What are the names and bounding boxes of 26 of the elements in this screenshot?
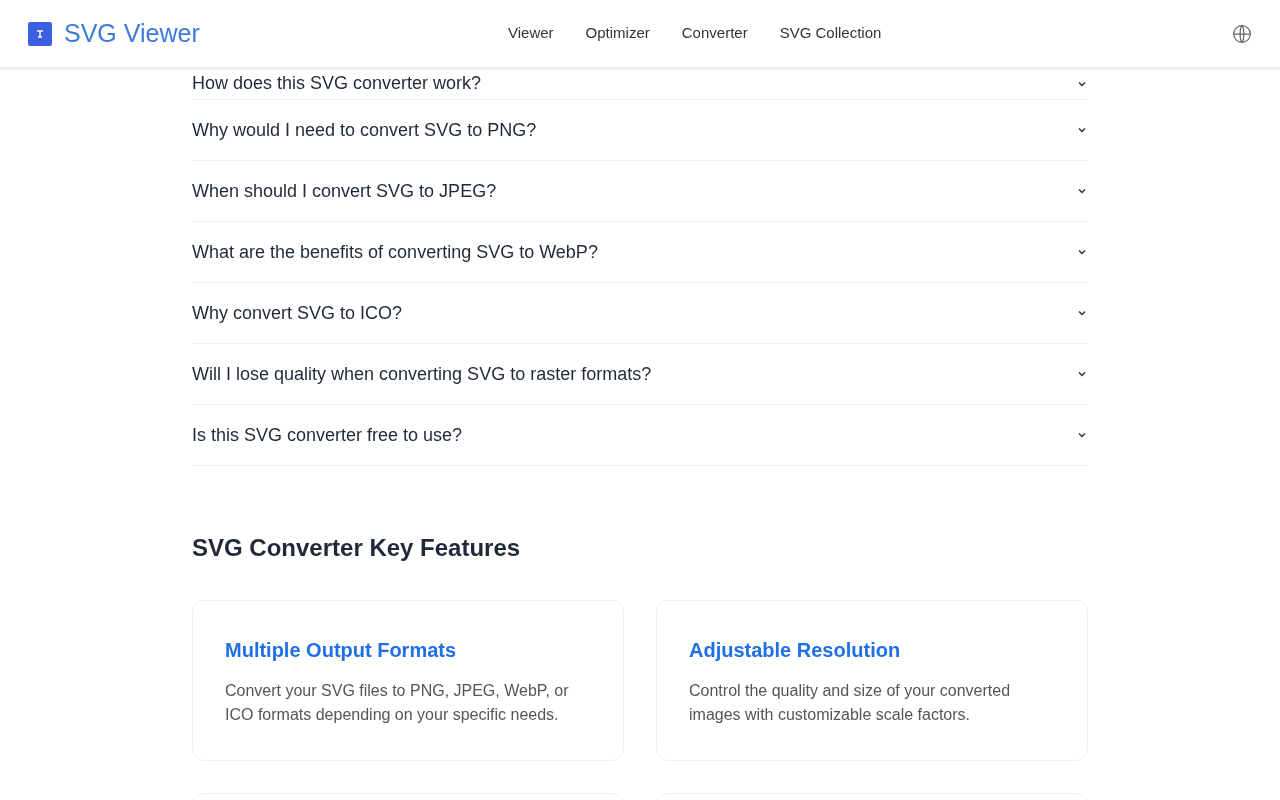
faq-question: Will I lose quality when converting SVG to raster formats? bbox=[192, 362, 652, 386]
feature-title: Adjustable Resolution bbox=[689, 638, 902, 663]
faq-question: Is this SVG converter free to use? bbox=[192, 423, 463, 447]
section-heading: SVG Converter Key Features bbox=[192, 533, 522, 563]
nav-link[interactable]: Converter bbox=[681, 22, 748, 45]
feature-title: Multiple Output Formats bbox=[225, 638, 458, 663]
faq-question: What are the benefits of converting SVG to WebP? bbox=[192, 240, 598, 264]
faq-item[interactable]: Is this SVG converter free to use? bbox=[192, 405, 1088, 466]
faq-question: How does this SVG converter work? bbox=[192, 72, 482, 95]
faq-item[interactable]: When should I convert SVG to JPEG? bbox=[192, 161, 1088, 222]
faq-question: When should I convert SVG to JPEG? bbox=[192, 179, 497, 203]
faq-item[interactable]: How does this SVG converter work? bbox=[192, 68, 1088, 100]
feature-description: Convert your SVG files to PNG, JPEG, WebP, or ICO formats depending on your specific needs. bbox=[225, 681, 570, 725]
faq-item[interactable]: Why convert SVG to ICO? bbox=[192, 283, 1088, 344]
globe-icon[interactable] bbox=[1232, 23, 1252, 44]
logo-icon bbox=[28, 21, 52, 46]
nav-link[interactable]: Viewer bbox=[508, 22, 554, 45]
faq-item[interactable]: Why would I need to convert SVG to PNG? bbox=[192, 100, 1088, 161]
nav-link[interactable]: Optimizer bbox=[585, 22, 650, 45]
feature-description: Control the quality and size of your converted images with customizable scale factors. bbox=[689, 681, 1012, 725]
faq-question: Why convert SVG to ICO? bbox=[192, 301, 403, 325]
faq-item[interactable]: Will I lose quality when converting SVG to raster formats? bbox=[192, 344, 1088, 405]
brand-name[interactable]: SVG Viewer bbox=[64, 14, 200, 53]
nav-link[interactable]: SVG Collection bbox=[779, 22, 882, 45]
faq-question: Why would I need to convert SVG to PNG? bbox=[192, 118, 537, 142]
faq-item[interactable]: What are the benefits of converting SVG to WebP? bbox=[192, 222, 1088, 283]
